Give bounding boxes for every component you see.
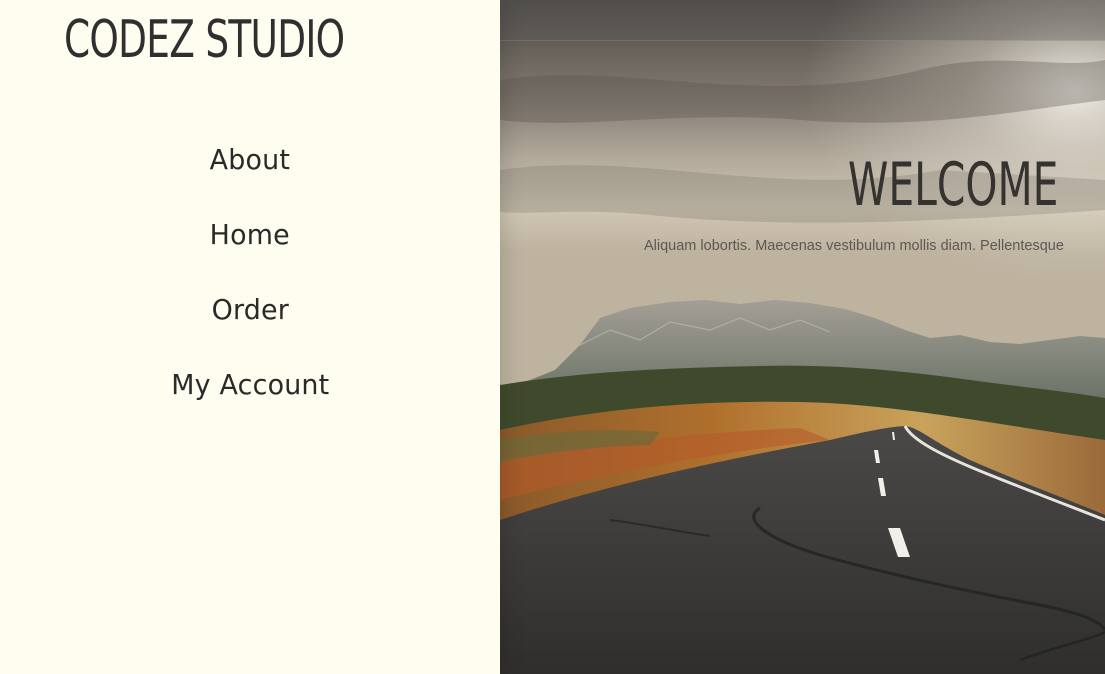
nav-link-order[interactable]: Order — [211, 293, 288, 326]
main-nav: About Home Order My Account — [0, 122, 500, 422]
hero-background-image — [500, 0, 1105, 674]
sidebar: CODEZ STUDIO About Home Order My Account — [0, 0, 500, 674]
nav-link-home[interactable]: Home — [210, 218, 290, 251]
nav-item-home: Home — [0, 197, 500, 272]
nav-item-my-account: My Account — [0, 347, 500, 422]
hero-heading: WELCOME — [848, 150, 1059, 220]
nav-link-about[interactable]: About — [210, 143, 290, 176]
hero-tagline: Aliquam lobortis. Maecenas vestibulum mo… — [644, 238, 1064, 254]
nav-item-about: About — [0, 122, 500, 197]
brand-logo[interactable]: CODEZ STUDIO — [64, 10, 345, 70]
hero-top-bar — [500, 0, 1105, 41]
nav-link-my-account[interactable]: My Account — [171, 368, 329, 401]
hero-section: WELCOME Aliquam lobortis. Maecenas vesti… — [500, 0, 1105, 674]
page: CODEZ STUDIO About Home Order My Account — [0, 0, 1105, 674]
nav-item-order: Order — [0, 272, 500, 347]
